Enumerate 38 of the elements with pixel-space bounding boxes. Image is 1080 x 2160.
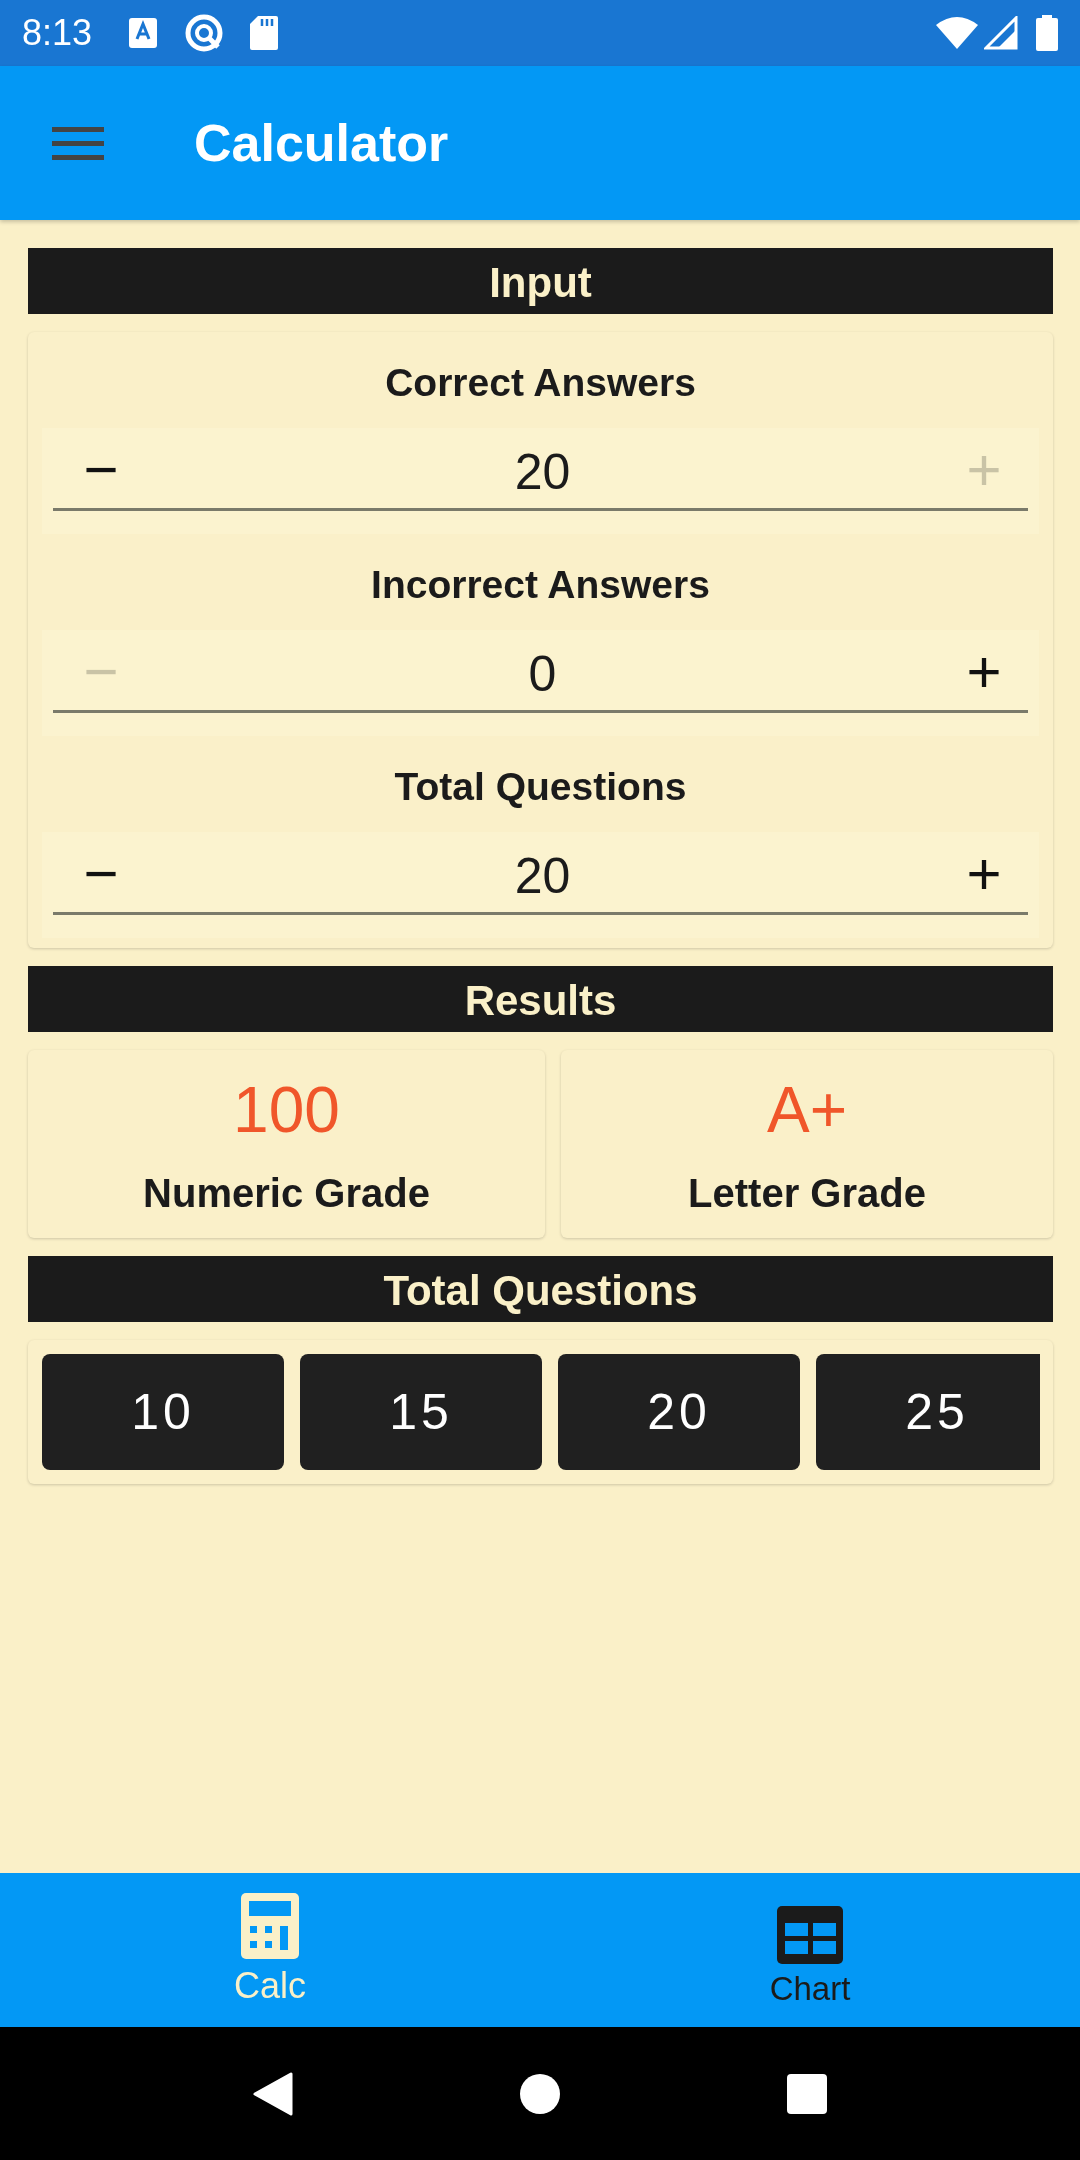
increment-button[interactable]: + (949, 642, 1019, 724)
number-field[interactable]: − 20 + (42, 832, 1039, 938)
preset-button[interactable]: 25 (816, 1354, 1040, 1470)
section-header: Results (28, 966, 1053, 1032)
preset-button[interactable]: 15 (300, 1354, 542, 1470)
recents-icon[interactable] (787, 2073, 827, 2114)
section-header: Total Questions (28, 1256, 1053, 1322)
sd-card-icon (250, 16, 279, 50)
sync-icon (184, 13, 225, 53)
home-icon[interactable] (519, 2072, 561, 2115)
increment-button[interactable]: + (949, 844, 1019, 926)
field-value: 0 (528, 645, 557, 704)
preset-button[interactable]: 10 (42, 1354, 284, 1470)
signal-icon (984, 16, 1018, 50)
grid-icon (777, 1906, 843, 1964)
clock-time: 8:13 (22, 12, 93, 54)
field-value: 20 (514, 847, 571, 906)
back-icon[interactable] (253, 2071, 293, 2116)
field-label: Correct Answers (384, 360, 697, 406)
decrement-button[interactable]: − (66, 440, 136, 522)
app-title: Calculator (194, 113, 449, 173)
field-value: 20 (514, 443, 571, 502)
decrement-button[interactable]: − (66, 844, 136, 926)
wifi-icon (936, 17, 978, 49)
grade-value: A+ (766, 1072, 848, 1147)
menu-button[interactable] (52, 125, 104, 161)
menu-icon (52, 125, 104, 161)
grade-value: 100 (233, 1072, 340, 1147)
notification-icon (128, 17, 159, 49)
preset-button[interactable]: 20 (558, 1354, 800, 1470)
battery-icon (1036, 15, 1058, 51)
field-label: Incorrect Answers (370, 562, 711, 608)
field-label: Total Questions (393, 764, 688, 810)
nav-tab[interactable]: Chart (540, 1873, 1080, 2027)
grade-label: Letter Grade (688, 1170, 926, 1216)
grade-label: Numeric Grade (143, 1170, 430, 1216)
section-header: Input (28, 248, 1053, 314)
calculator-icon (241, 1893, 299, 1959)
